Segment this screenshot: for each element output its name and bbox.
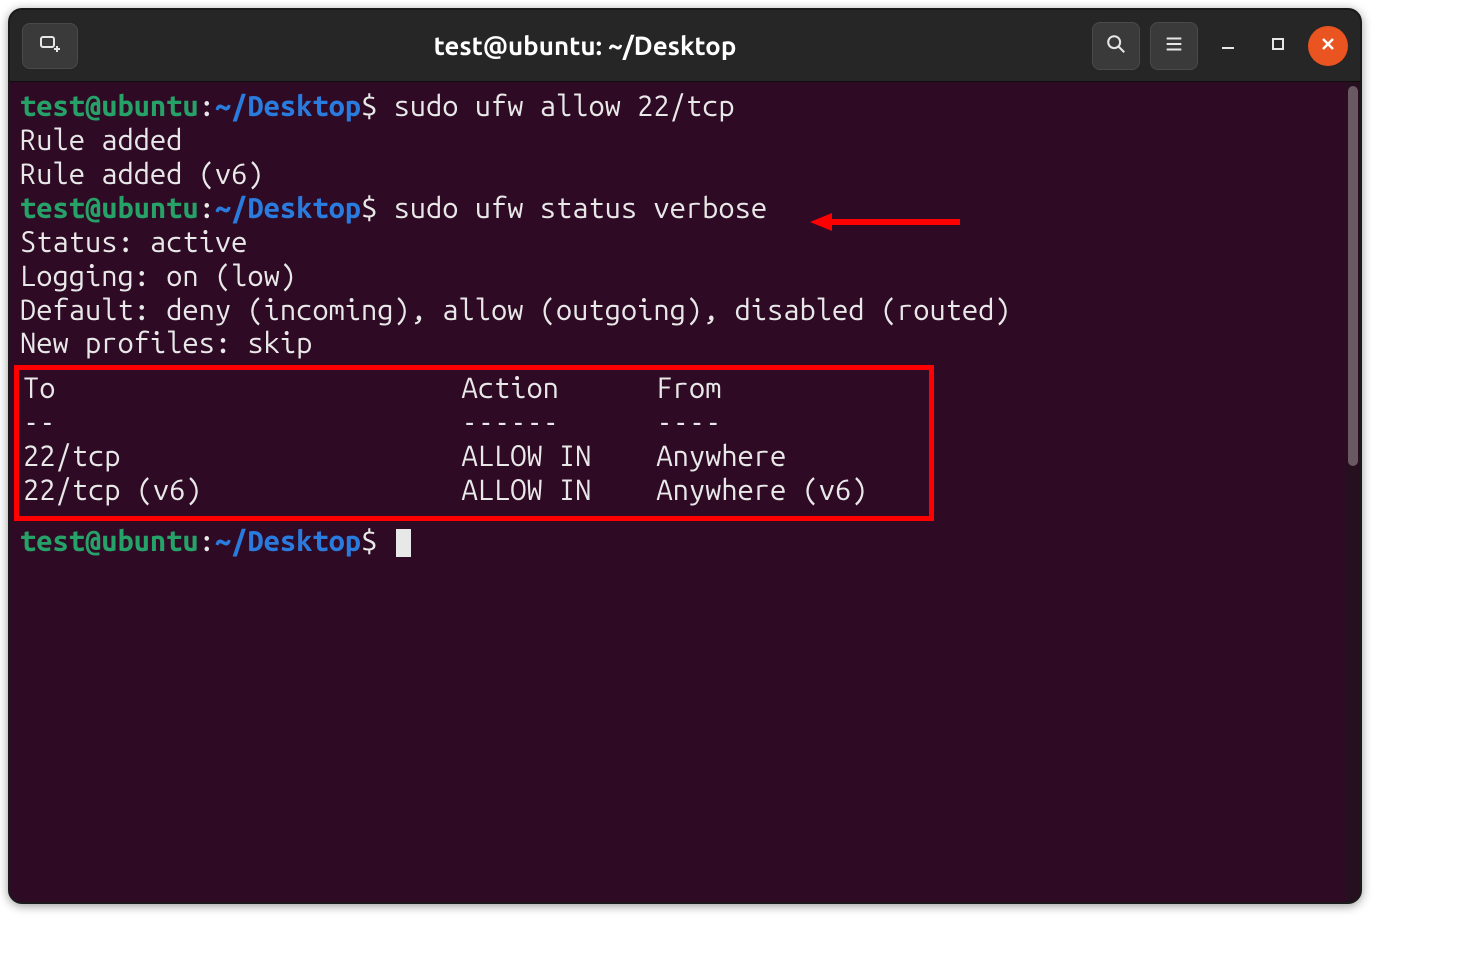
prompt-symbol: $ xyxy=(361,192,377,224)
prompt-path: ~/Desktop xyxy=(215,90,361,122)
table-row: 22/tcp (v6) ALLOW IN Anywhere (v6) xyxy=(23,474,925,508)
annotation-highlight-box: To Action From -- ------ ---- 22/tcp ALL… xyxy=(14,365,934,521)
prompt-path: ~/Desktop xyxy=(215,192,361,224)
command-text: sudo ufw status verbose xyxy=(394,192,768,224)
minimize-button[interactable] xyxy=(1208,26,1248,66)
prompt-line-2: test@ubuntu:~/Desktop$ sudo ufw status v… xyxy=(20,192,1354,226)
prompt-path: ~/Desktop xyxy=(215,525,361,557)
prompt-line-1: test@ubuntu:~/Desktop$ sudo ufw allow 22… xyxy=(20,90,1354,124)
new-tab-icon xyxy=(38,32,62,60)
titlebar: test@ubuntu: ~/Desktop xyxy=(10,10,1360,82)
output-line: Default: deny (incoming), allow (outgoin… xyxy=(20,294,1354,328)
terminal-body[interactable]: test@ubuntu:~/Desktop$ sudo ufw allow 22… xyxy=(10,82,1360,902)
new-tab-button[interactable] xyxy=(22,23,78,69)
window-controls xyxy=(1092,22,1348,70)
menu-button[interactable] xyxy=(1150,22,1198,70)
maximize-icon xyxy=(1271,37,1285,55)
hamburger-menu-icon xyxy=(1163,33,1185,59)
scrollbar[interactable] xyxy=(1346,82,1360,902)
terminal-window: test@ubuntu: ~/Desktop xyxy=(8,8,1362,904)
prompt-colon: : xyxy=(199,90,215,122)
prompt-symbol: $ xyxy=(361,90,377,122)
output-line: Rule added xyxy=(20,124,1354,158)
scrollbar-thumb[interactable] xyxy=(1348,86,1358,466)
command-text: sudo ufw allow 22/tcp xyxy=(394,90,735,122)
prompt-colon: : xyxy=(199,192,215,224)
search-button[interactable] xyxy=(1092,22,1140,70)
cursor xyxy=(396,529,411,557)
prompt-user: test@ubuntu xyxy=(20,525,199,557)
prompt-symbol: $ xyxy=(361,525,377,557)
close-icon xyxy=(1320,36,1336,56)
table-header: To Action From xyxy=(23,372,925,406)
minimize-icon xyxy=(1220,36,1236,56)
output-line: Status: active xyxy=(20,226,1354,260)
prompt-user: test@ubuntu xyxy=(20,192,199,224)
search-icon xyxy=(1105,33,1127,59)
table-separator: -- ------ ---- xyxy=(23,406,925,440)
table-row: 22/tcp ALLOW IN Anywhere xyxy=(23,440,925,474)
prompt-user: test@ubuntu xyxy=(20,90,199,122)
output-line: New profiles: skip xyxy=(20,327,1354,361)
prompt-colon: : xyxy=(199,525,215,557)
window-title: test@ubuntu: ~/Desktop xyxy=(86,31,1084,60)
output-line: Logging: on (low) xyxy=(20,260,1354,294)
prompt-line-3: test@ubuntu:~/Desktop$ xyxy=(20,525,1354,559)
maximize-button[interactable] xyxy=(1258,26,1298,66)
output-line: Rule added (v6) xyxy=(20,158,1354,192)
close-button[interactable] xyxy=(1308,26,1348,66)
